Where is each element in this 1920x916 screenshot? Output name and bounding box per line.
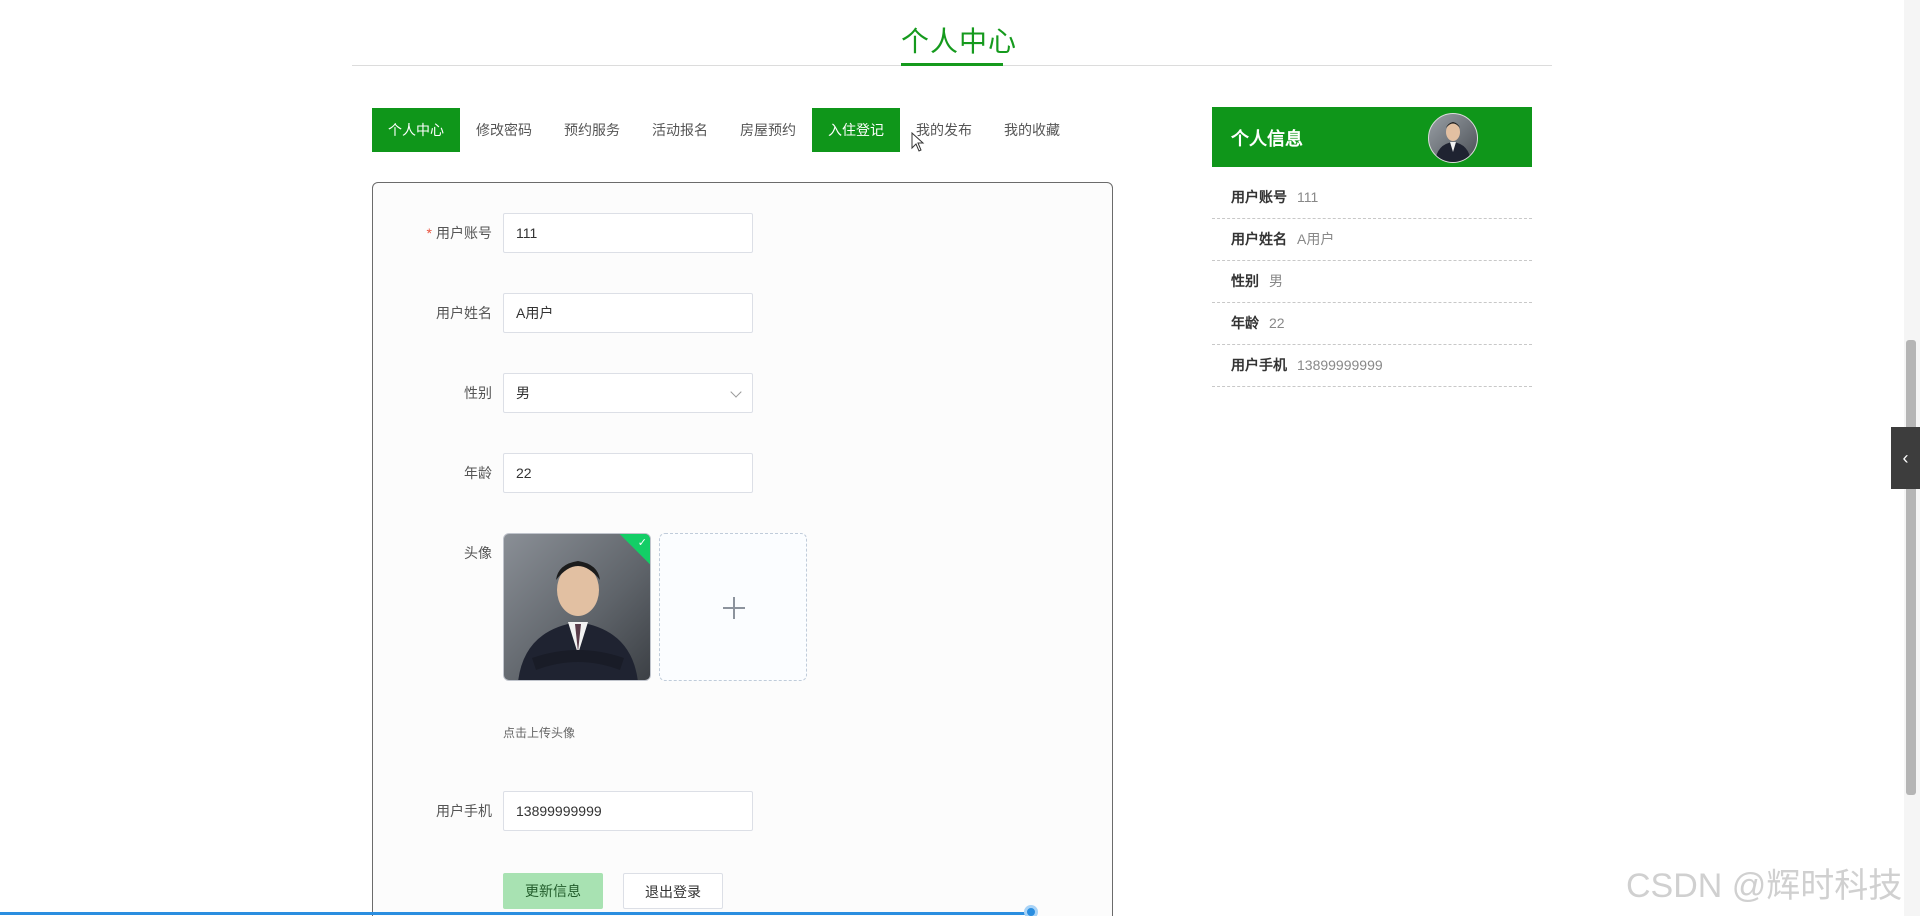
tab-checkin-registration[interactable]: 入住登记 <box>812 108 900 152</box>
avatar <box>1428 113 1478 163</box>
page-progress-bar <box>0 912 1032 915</box>
mouse-cursor-icon <box>911 132 925 152</box>
age-input[interactable]: 22 <box>503 453 753 493</box>
plus-icon-stem <box>733 597 735 619</box>
tab-bar: 个人中心 修改密码 预约服务 活动报名 房屋预约 入住登记 我的发布 我的收藏 <box>372 108 1076 152</box>
info-list: 用户账号 111 用户姓名 A用户 性别男 年龄 22 用户手机 13899999999 <box>1212 177 1532 387</box>
info-key: 性别 <box>1231 273 1259 289</box>
info-value: 22 <box>1269 315 1285 331</box>
required-mark: * <box>426 225 432 241</box>
person-photo-icon <box>1435 122 1471 162</box>
update-info-button[interactable]: 更新信息 <box>503 873 603 909</box>
person-photo-icon <box>518 561 638 680</box>
account-label: * 用户账号 <box>426 225 492 241</box>
info-value: 男 <box>1269 273 1283 289</box>
avatar-thumbnail[interactable]: ✓ <box>503 533 651 681</box>
info-key: 用户姓名 <box>1231 231 1287 247</box>
info-item-age: 年龄 22 <box>1212 303 1532 345</box>
watermark: CSDN @辉时科技 <box>1626 867 1903 905</box>
profile-form: * 用户账号 111 用户姓名 A用户 性别 男 年龄 22 头像 ✓ 点击上传… <box>372 182 1113 916</box>
gender-label: 性别 <box>464 385 492 401</box>
info-item-account: 用户账号 111 <box>1212 177 1532 219</box>
info-card-title: 个人信息 <box>1231 129 1303 149</box>
info-key: 用户手机 <box>1231 357 1287 373</box>
account-input[interactable]: 111 <box>503 213 753 253</box>
name-input[interactable]: A用户 <box>503 293 753 333</box>
logout-button[interactable]: 退出登录 <box>623 873 723 909</box>
info-value: A用户 <box>1297 231 1335 247</box>
tab-appointment-service[interactable]: 预约服务 <box>548 108 636 152</box>
info-value: 13899999999 <box>1297 357 1383 373</box>
tab-personal-center[interactable]: 个人中心 <box>372 108 460 152</box>
phone-label: 用户手机 <box>436 803 492 819</box>
gender-select-value: 男 <box>516 385 530 401</box>
page-root: 个人中心 个人中心 修改密码 预约服务 活动报名 房屋预约 入住登记 我的发布 … <box>0 0 1920 916</box>
info-key: 年龄 <box>1231 315 1259 331</box>
tab-change-password[interactable]: 修改密码 <box>460 108 548 152</box>
avatar-upload-hint: 点击上传头像 <box>503 726 576 740</box>
tab-my-favorites[interactable]: 我的收藏 <box>988 108 1076 152</box>
info-card-header: 个人信息 <box>1212 107 1532 167</box>
tab-house-booking[interactable]: 房屋预约 <box>724 108 812 152</box>
gender-select[interactable]: 男 <box>503 373 753 413</box>
info-item-phone: 用户手机 13899999999 <box>1212 345 1532 387</box>
chevron-down-icon <box>730 386 742 398</box>
progress-handle[interactable] <box>1024 905 1038 916</box>
info-value: 111 <box>1297 189 1319 205</box>
info-key: 用户账号 <box>1231 189 1287 205</box>
avatar-label: 头像 <box>464 545 492 561</box>
age-label: 年龄 <box>464 465 492 481</box>
name-label: 用户姓名 <box>436 305 492 321</box>
info-item-name: 用户姓名 A用户 <box>1212 219 1532 261</box>
phone-input[interactable]: 13899999999 <box>503 791 753 831</box>
tab-activity-signup[interactable]: 活动报名 <box>636 108 724 152</box>
scrollbar-thumb[interactable] <box>1906 340 1916 795</box>
page-title: 个人中心 <box>901 26 1018 57</box>
info-item-gender: 性别男 <box>1212 261 1532 303</box>
check-icon: ✓ <box>637 537 647 549</box>
chevron-left-icon[interactable]: ‹ <box>1891 427 1920 489</box>
avatar-upload-button[interactable] <box>659 533 807 681</box>
title-underline <box>901 63 1003 66</box>
